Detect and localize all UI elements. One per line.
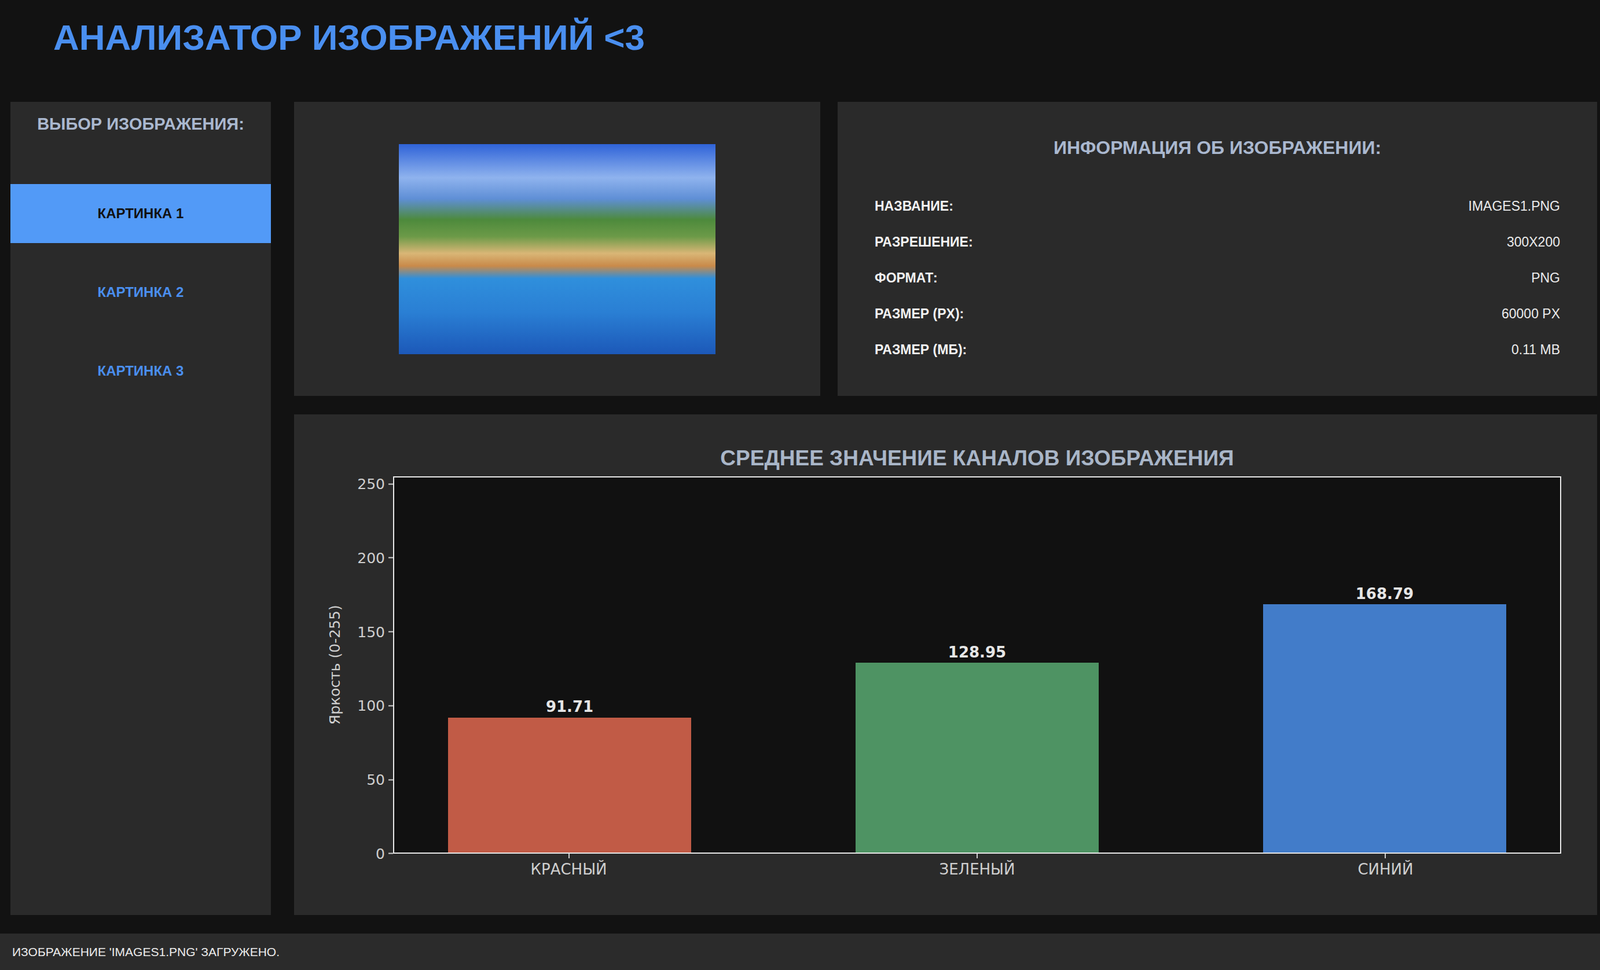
preview-panel [294,101,821,396]
bar-fill [448,717,692,853]
info-row: ФОРМАТ: PNG [874,259,1561,296]
bar [448,717,692,853]
image-list: КАРТИНКА 1 КАРТИНКА 2 КАРТИНКА 3 [10,184,271,401]
y-tick-label: 100 [357,698,385,714]
x-axis-label: СИНИЙ [1263,853,1508,879]
y-tick-label: 50 [366,772,385,788]
y-tick: 200 [357,550,394,565]
sidebar-item[interactable]: КАРТИНКА 1 [10,184,271,244]
x-axis-labels: КРАСНЫЙ ЗЕЛЕНЫЙ СИНИЙ [393,853,1562,879]
x-axis-label: КРАСНЫЙ [446,853,691,879]
sidebar: ВЫБОР ИЗОБРАЖЕНИЯ: КАРТИНКА 1КАРТИНКА 2К… [10,101,271,916]
chart-body: Яркость (0-255) 0 50 100 150 200 250 91.71 128… [323,476,1562,879]
top-row: ИНФОРМАЦИЯ ОБ ИЗОБРАЖЕНИИ: НАЗВАНИЕ: IMAG… [294,101,1598,396]
sidebar-item[interactable]: КАРТИНКА 3 [10,341,271,401]
y-tick-label: 0 [375,846,385,861]
bar [855,662,1100,853]
y-tick: 150 [357,624,394,640]
app-window: АНАЛИЗАТОР ИЗОБРАЖЕНИЙ <3 ВЫБОР ИЗОБРАЖЕ… [0,0,1600,970]
y-tick: 50 [366,772,394,788]
app-header: АНАЛИЗАТОР ИЗОБРАЖЕНИЙ <3 [0,0,1600,102]
info-label: РАЗРЕШЕНИЕ: [874,232,974,253]
sidebar-item-label: КАРТИНКА 2 [97,281,185,303]
info-row: РАЗМЕР (PX): 60000 PX [874,295,1561,332]
y-axis-label-cell: Яркость (0-255) [323,476,347,854]
main-area: ВЫБОР ИЗОБРАЖЕНИЯ: КАРТИНКА 1КАРТИНКА 2К… [0,101,1600,916]
bar-slot: 168.79 [1263,477,1507,853]
info-label: ФОРМАТ: [874,268,938,289]
chart-title: СРЕДНЕЕ ЗНАЧЕНИЕ КАНАЛОВ ИЗОБРАЖЕНИЯ [393,445,1562,472]
y-tick: 100 [357,698,394,714]
bar-value: 168.79 [1355,585,1414,603]
x-axis-label: ЗЕЛЕНЫЙ [854,853,1099,879]
y-tick: 0 [375,846,394,861]
bar-fill [1263,604,1507,853]
chart-panel: СРЕДНЕЕ ЗНАЧЕНИЕ КАНАЛОВ ИЗОБРАЖЕНИЯ Ярк… [294,414,1598,916]
y-tick-label: 150 [357,624,385,640]
info-list: НАЗВАНИЕ: IMAGES1.PNG РАЗРЕШЕНИЕ: 300X200 ФО… [874,188,1561,368]
info-value: IMAGES1.PNG [1468,196,1561,217]
y-tick-label: 200 [357,550,385,565]
app-title: АНАЛИЗАТОР ИЗОБРАЖЕНИЙ <3 [53,16,645,60]
info-label: РАЗМЕР (МБ): [874,339,967,361]
sidebar-item-label: КАРТИНКА 1 [97,203,185,225]
bar-value: 128.95 [948,644,1007,662]
status-bar: ИЗОБРАЖЕНИЕ 'IMAGES1.PNG' ЗАГРУЖЕНО. [0,933,1600,970]
bar [1263,604,1507,853]
info-label: РАЗМЕР (PX): [874,303,964,325]
info-value: 0.11 MB [1511,339,1561,361]
sidebar-title: ВЫБОР ИЗОБРАЖЕНИЯ: [10,113,271,135]
info-value: 300X200 [1506,232,1561,253]
info-value: 60000 PX [1501,303,1561,325]
bar-fill [855,662,1100,853]
bar-slot: 128.95 [855,477,1100,853]
bar-slot: 91.71 [448,477,692,853]
info-title: ИНФОРМАЦИЯ ОБ ИЗОБРАЖЕНИИ: [874,136,1561,159]
info-panel: ИНФОРМАЦИЯ ОБ ИЗОБРАЖЕНИИ: НАЗВАНИЕ: IMAG… [837,101,1598,396]
info-row: РАЗМЕР (МБ): 0.11 MB [874,331,1561,368]
y-tick-label: 250 [357,476,385,492]
y-axis-label: Яркость (0-255) [323,605,346,726]
plot-area: 91.71 128.95 168.79 [393,476,1562,854]
info-row: НАЗВАНИЕ: IMAGES1.PNG [874,188,1561,225]
bar-value: 91.71 [545,698,594,716]
sidebar-item[interactable]: КАРТИНКА 2 [10,262,271,322]
work-area: ИНФОРМАЦИЯ ОБ ИЗОБРАЖЕНИИ: НАЗВАНИЕ: IMAG… [294,101,1598,916]
y-axis-ticks: 050100150200250 [346,476,394,854]
info-label: НАЗВАНИЕ: [874,196,954,217]
sidebar-item-label: КАРТИНКА 3 [97,360,185,382]
info-row: РАЗРЕШЕНИЕ: 300X200 [874,224,1561,260]
info-value: PNG [1531,268,1561,289]
image-preview [398,144,716,355]
y-tick: 250 [357,476,394,492]
